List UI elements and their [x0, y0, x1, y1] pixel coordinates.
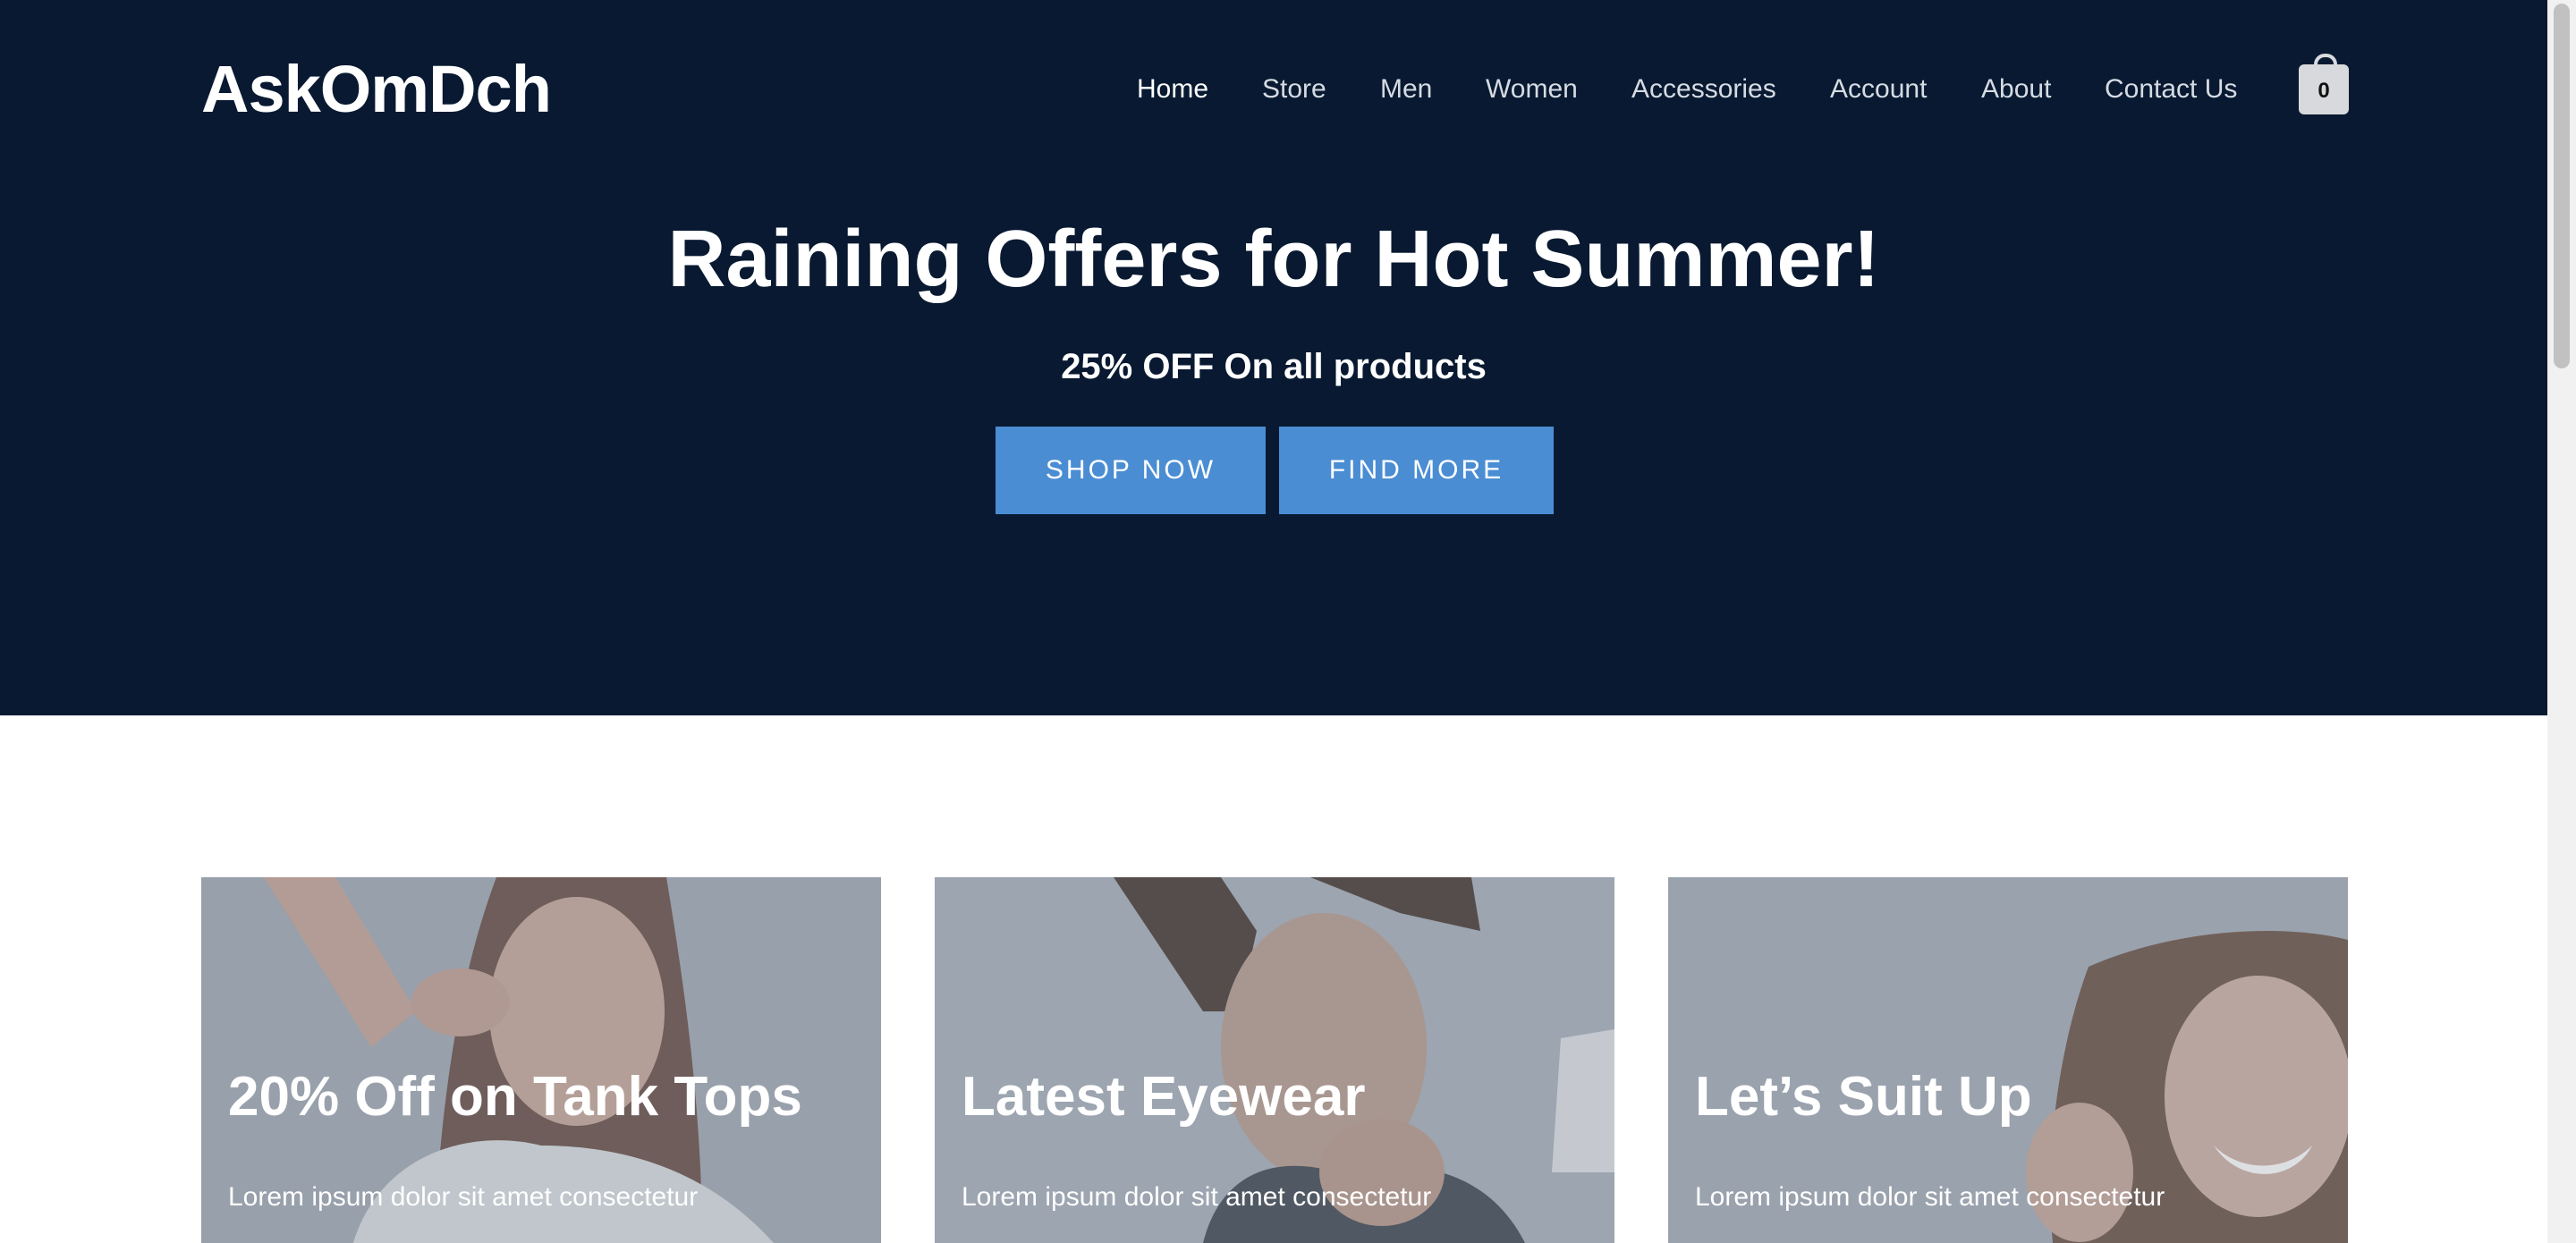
nav-about[interactable]: About	[1981, 68, 2051, 111]
nav-accessories[interactable]: Accessories	[1631, 68, 1776, 111]
main-nav: Home Store Men Women Accessories Account…	[0, 68, 2547, 111]
card-title: Let’s Suit Up	[1695, 1066, 2032, 1128]
shopping-bag-icon	[2314, 54, 2337, 72]
card-text: Lorem ipsum dolor sit amet consectetur	[228, 1182, 699, 1212]
hero-section: AskOmDch Home Store Men Women Accessorie…	[0, 0, 2547, 715]
promo-card-suit-up[interactable]: Let’s Suit Up Lorem ipsum dolor sit amet…	[1668, 877, 2348, 1243]
page: AskOmDch Home Store Men Women Accessorie…	[0, 0, 2547, 1243]
nav-contact-us[interactable]: Contact Us	[2105, 68, 2237, 111]
card-text: Lorem ipsum dolor sit amet consectetur	[1695, 1182, 2165, 1212]
nav-men[interactable]: Men	[1380, 68, 1432, 111]
shop-now-button[interactable]: SHOP NOW	[996, 427, 1266, 514]
hero-title: Raining Offers for Hot Summer!	[667, 215, 1880, 304]
cart-count: 0	[2318, 79, 2330, 103]
hero-subtitle: 25% OFF On all products	[1061, 347, 1487, 386]
find-more-button[interactable]: FIND MORE	[1279, 427, 1554, 514]
card-title: Latest Eyewear	[962, 1066, 1366, 1128]
nav-women[interactable]: Women	[1486, 68, 1578, 111]
vertical-scrollbar[interactable]	[2547, 0, 2576, 1243]
scrollbar-thumb[interactable]	[2554, 4, 2570, 368]
promo-card-tank-tops[interactable]: 20% Off on Tank Tops Lorem ipsum dolor s…	[201, 877, 881, 1243]
card-text: Lorem ipsum dolor sit amet consectetur	[962, 1182, 1432, 1212]
nav-store[interactable]: Store	[1262, 68, 1326, 111]
nav-account[interactable]: Account	[1830, 68, 1927, 111]
nav-home[interactable]: Home	[1137, 68, 1208, 111]
card-title: 20% Off on Tank Tops	[228, 1066, 802, 1128]
cart-button[interactable]: 0	[2299, 54, 2349, 114]
promo-card-eyewear[interactable]: Latest Eyewear Lorem ipsum dolor sit ame…	[935, 877, 1614, 1243]
